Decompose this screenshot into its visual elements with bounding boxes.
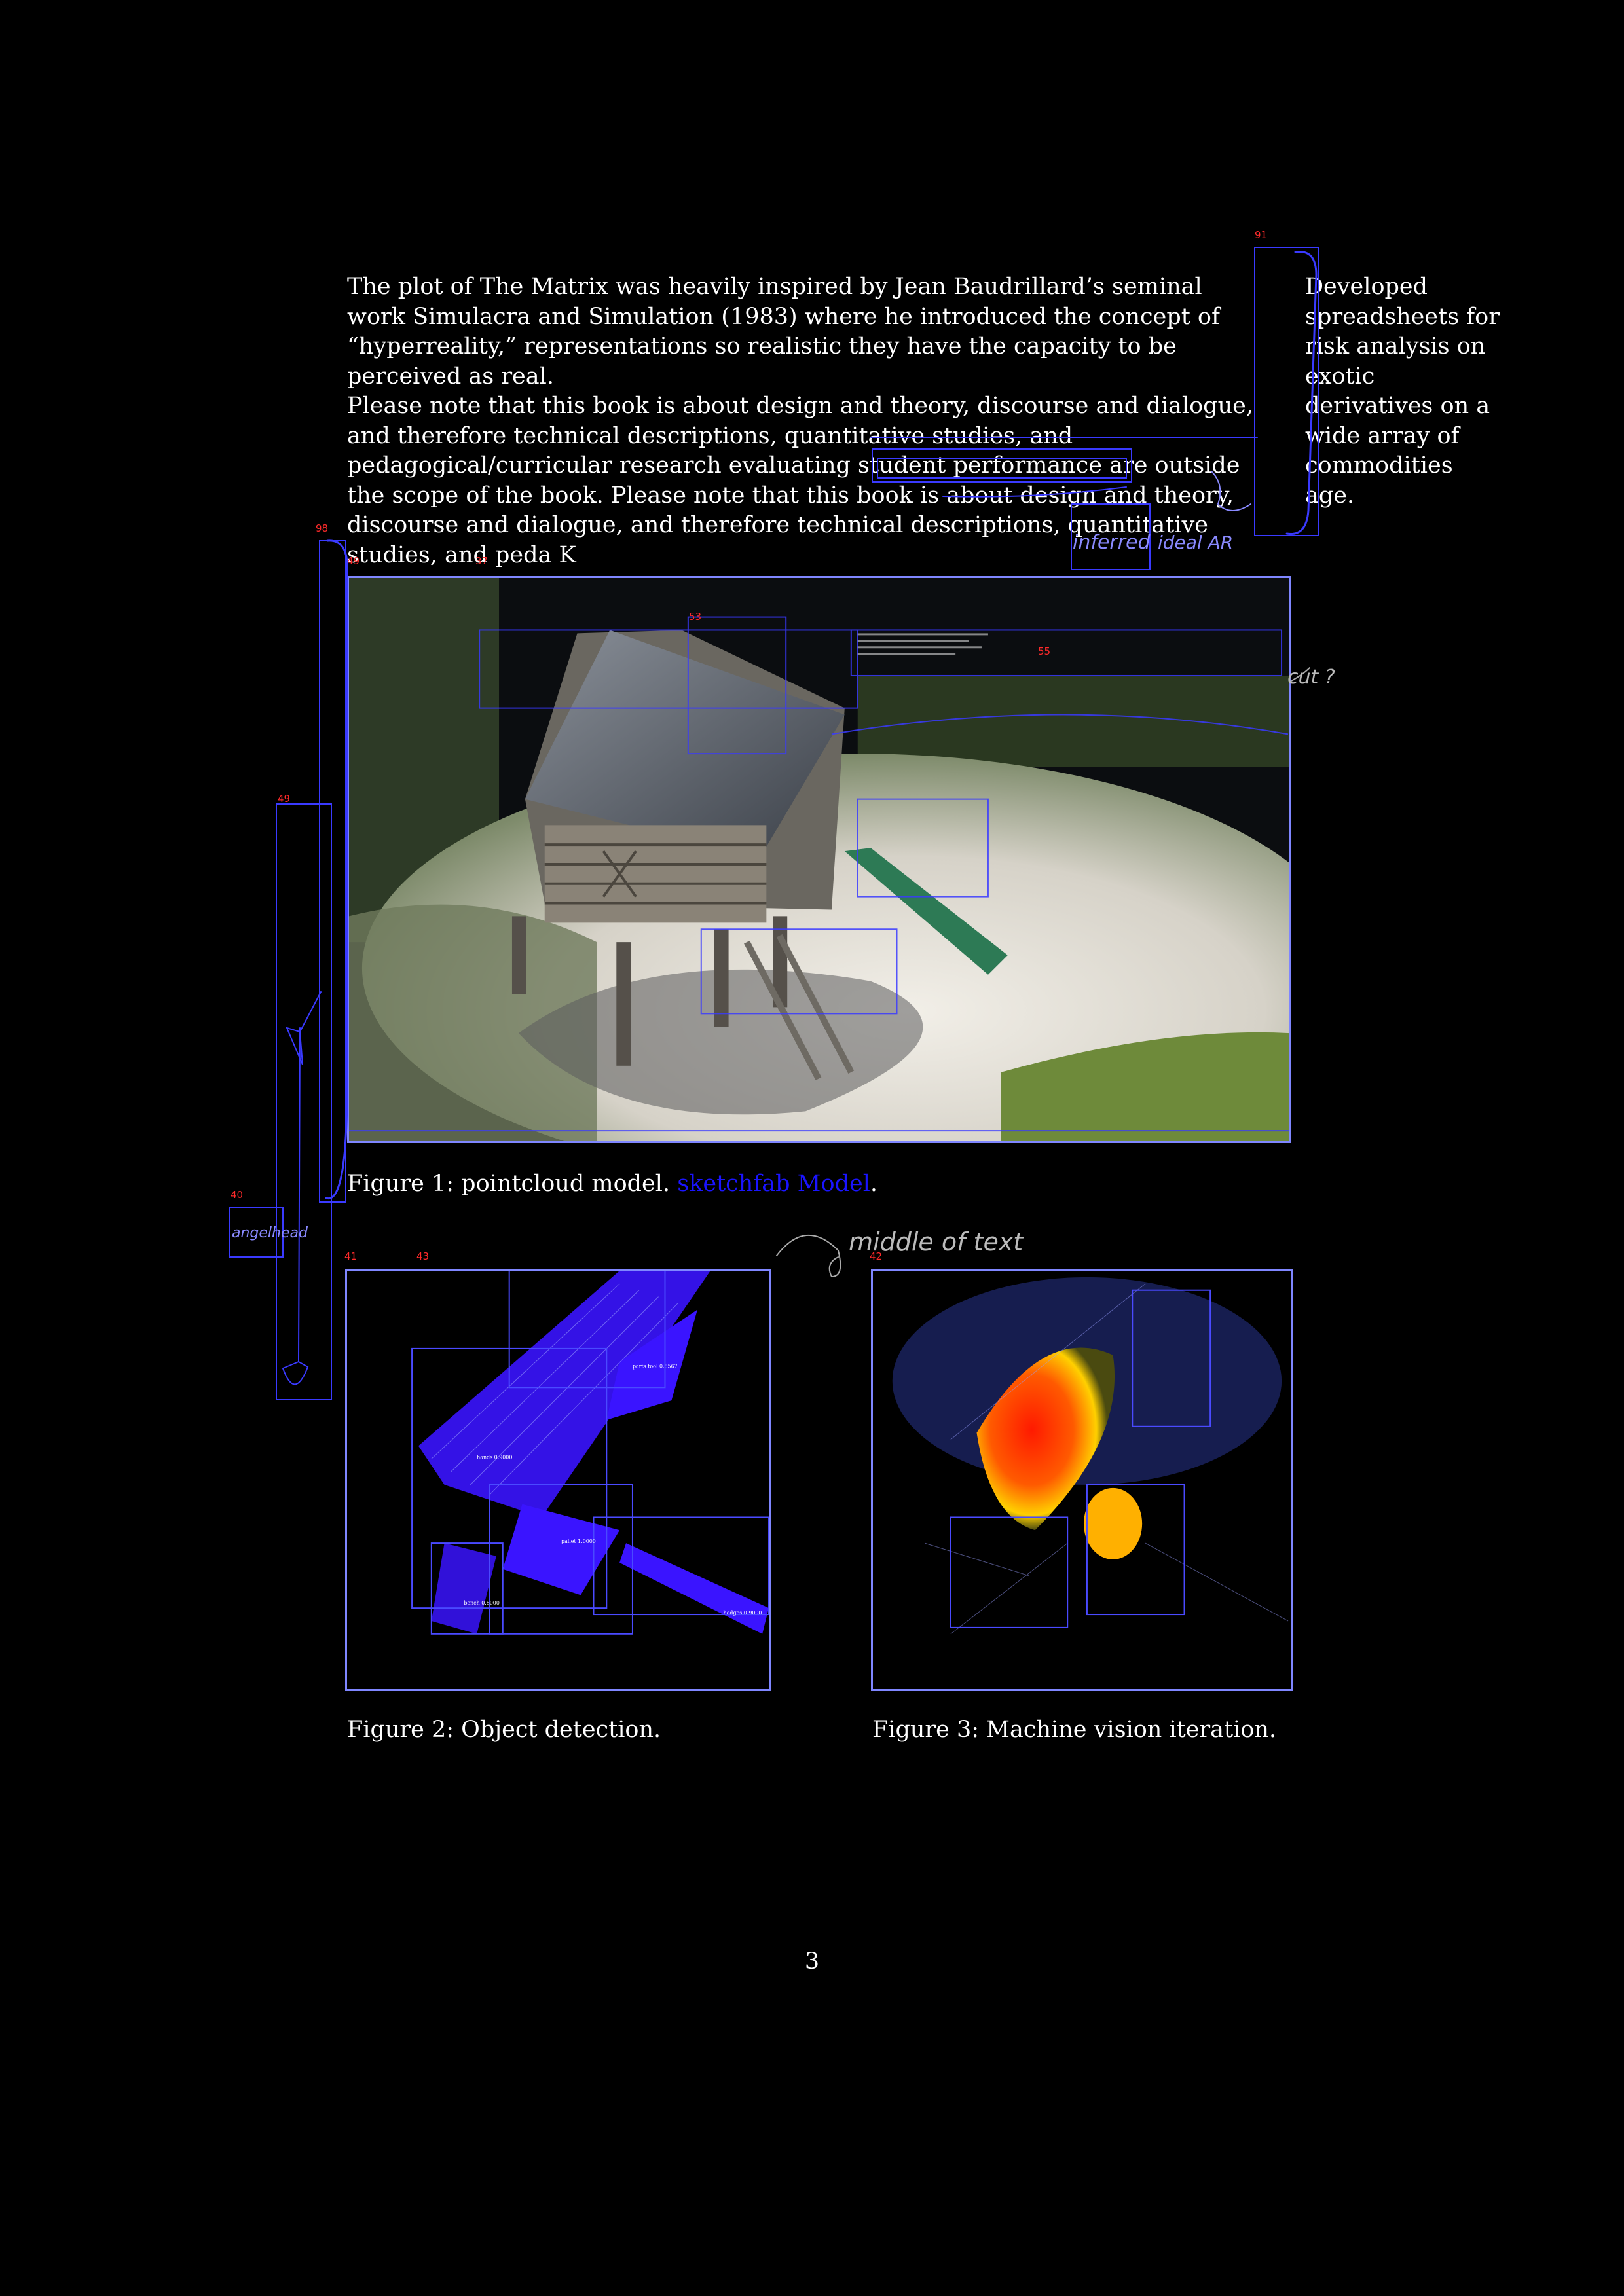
figure-1-caption-text: Figure 1: pointcloud model. <box>347 1171 671 1197</box>
heatmap-image <box>873 1271 1291 1689</box>
paragraph-scope: Please note that this book is about desi… <box>347 393 1253 568</box>
annotation-number: 37 <box>475 555 489 567</box>
annotation-number: 41 <box>344 1250 358 1262</box>
svg-text:bench 0.8000: bench 0.8000 <box>464 1600 500 1606</box>
page-number: 3 <box>804 1948 820 1975</box>
annotation-number: 55 <box>1038 646 1051 657</box>
annotation-number: 91 <box>1255 229 1268 241</box>
svg-text:pallet 1.0000: pallet 1.0000 <box>561 1539 596 1544</box>
figure-3-caption: Figure 3: Machine vision iteration. <box>872 1717 1277 1743</box>
margin-note: Developed spreadsheets for risk analysis… <box>1305 274 1500 509</box>
annotation-number: 40 <box>231 1189 244 1201</box>
svg-text:hedges 0.9000: hedges 0.9000 <box>724 1610 762 1616</box>
figure-3-machine-vision <box>871 1269 1293 1691</box>
handwritten-note-angelhead: angelhead <box>232 1225 308 1241</box>
paragraph-matrix: The plot of The Matrix was heavily inspi… <box>347 274 1220 390</box>
annotation-number: 98 <box>316 522 329 534</box>
figure-2-caption: Figure 2: Object detection. <box>347 1717 661 1743</box>
annotation-number: 42 <box>870 1250 883 1262</box>
pointcloud-image <box>349 578 1289 1141</box>
svg-text:hands 0.9000: hands 0.9000 <box>477 1454 512 1460</box>
body-text: The plot of The Matrix was heavily inspi… <box>347 272 1264 570</box>
figure-1-pointcloud <box>347 576 1291 1143</box>
sketchfab-model-link[interactable]: sketchfab Model <box>677 1171 870 1197</box>
figure-1-caption-period: . <box>870 1171 878 1197</box>
figure-1-caption: Figure 1: pointcloud model. sketchfab Mo… <box>347 1169 877 1198</box>
figure-2-object-detection: hands 0.9000 parts tool 0.8567 pallet 1.… <box>345 1269 771 1691</box>
handwritten-note-cut: cut ? <box>1287 666 1335 689</box>
annotation-number: 43 <box>416 1250 430 1262</box>
left-bracket <box>325 539 348 1200</box>
annotation-number: 49 <box>278 793 291 805</box>
object-detection-image: hands 0.9000 parts tool 0.8567 pallet 1.… <box>347 1271 769 1689</box>
annotation-number: 49 <box>347 555 360 567</box>
svg-text:parts tool 0.8567: parts tool 0.8567 <box>633 1364 678 1370</box>
annotation-number: 53 <box>689 611 702 623</box>
